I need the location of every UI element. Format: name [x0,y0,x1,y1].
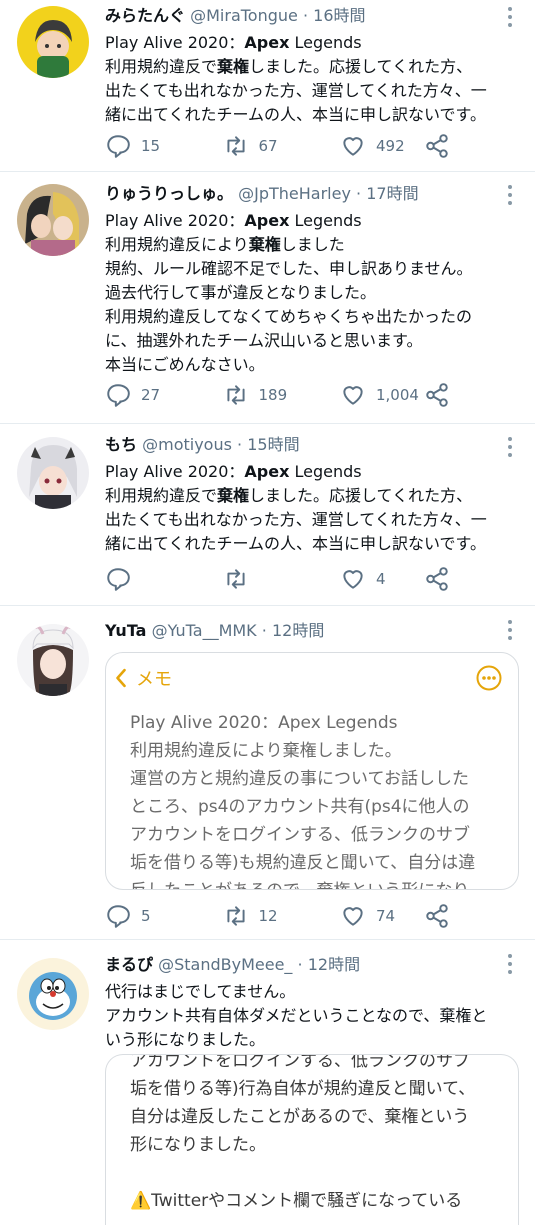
like-count: 74 [376,907,396,925]
retweet-count: 12 [258,907,278,925]
share-button[interactable] [424,382,450,408]
retweet-icon [226,136,245,156]
tweet-text: Play Alive 2020：Apex Legends 利用規約違反で棄権しま… [105,33,487,124]
user-handle[interactable]: @YuTa__MMK [152,621,257,640]
avatar-image [17,958,89,1030]
timeline-feed: みらたんぐ @MiraTongue · 16時間 Play Alive 2020… [0,0,535,1225]
tweet-header: もち @motiyous · 15時間 [105,435,300,454]
tweet-4[interactable]: YuTa @YuTa__MMK · 12時間 メモ Play Alive 202… [0,606,535,940]
timestamp[interactable]: 15時間 [247,435,299,454]
retweet-icon [226,385,245,405]
avatar[interactable] [17,958,89,1030]
display-name[interactable]: りゅうりっしゅ。 [105,184,233,203]
avatar-image [17,184,89,256]
reply-button[interactable]: 27 [105,382,215,408]
memo-screenshot[interactable]: メモ Play Alive 2020：Apex Legends 利用規約違反によ… [105,652,519,890]
share-icon [426,904,448,928]
heart-icon [343,907,363,926]
tweet-header: みらたんぐ @MiraTongue · 16時間 [105,6,366,25]
user-handle[interactable]: @StandByMeee_ [158,955,292,974]
more-menu-icon[interactable] [503,618,517,642]
avatar-image [17,624,89,696]
reply-count: 15 [141,137,161,155]
chevron-left-icon [116,668,126,688]
like-count: 4 [376,570,386,588]
memo-text: アカウントをログインする、低ランクのサブ 垢を借りる等)行為自体が規約違反と聞い… [130,1054,476,1211]
display-name[interactable]: もち [105,435,137,454]
tweet-actions: 27 189 1,004 [105,380,450,410]
avatar[interactable] [17,624,89,696]
tweet-actions: 4 [105,564,450,594]
timestamp[interactable]: 16時間 [313,6,365,25]
heart-icon [343,570,363,589]
share-icon [426,567,448,591]
reply-icon [107,905,130,928]
reply-icon [107,568,130,591]
reply-icon [107,135,130,158]
retweet-button[interactable]: 12 [223,903,333,929]
tweet-3[interactable]: もち @motiyous · 15時間 Play Alive 2020：Apex… [0,424,535,606]
like-count: 492 [376,137,405,155]
tweet-actions: 15 67 492 [105,131,450,161]
retweet-icon [226,906,245,926]
display-name[interactable]: みらたんぐ [105,6,185,25]
tweet-2[interactable]: りゅうりっしゅ。 @JpTheHarley · 17時間 Play Alive … [0,172,535,424]
heart-icon [343,137,363,156]
reply-icon [107,384,130,407]
share-icon [426,134,448,158]
share-button[interactable] [424,566,450,592]
reply-button[interactable]: 15 [105,133,215,159]
share-button[interactable] [424,903,450,929]
retweet-count: 189 [258,386,288,404]
tweet-text: Play Alive 2020：Apex Legends 利用規約違反で棄権しま… [105,462,487,553]
tweet-1[interactable]: みらたんぐ @MiraTongue · 16時間 Play Alive 2020… [0,0,535,172]
tweet-text: Play Alive 2020：Apex Legends 利用規約違反により棄権… [105,211,473,374]
memo-back-label: メモ [136,669,172,690]
share-button[interactable] [424,133,450,159]
avatar[interactable] [17,184,89,256]
display-name[interactable]: まるぴ [105,955,153,974]
retweet-button[interactable]: 67 [223,133,333,159]
more-menu-icon[interactable] [503,435,517,459]
memo-text: Play Alive 2020：Apex Legends 利用規約違反により棄権… [130,713,476,889]
more-menu-icon[interactable] [503,952,517,976]
retweet-count: 67 [258,137,278,155]
more-menu-icon[interactable] [503,5,517,29]
more-circle-icon [476,665,502,695]
reply-button[interactable] [105,566,215,592]
timestamp[interactable]: 17時間 [366,184,418,203]
retweet-icon [226,569,245,589]
tweet-header: まるぴ @StandByMeee_ · 12時間 [105,955,361,974]
retweet-button[interactable] [223,566,333,592]
tweet-5[interactable]: まるぴ @StandByMeee_ · 12時間 代行はまじでしてません。 アカ… [0,940,535,1225]
tweet-header: YuTa @YuTa__MMK · 12時間 [105,621,325,640]
user-handle[interactable]: @JpTheHarley [238,184,351,203]
reply-button[interactable]: 5 [105,903,215,929]
more-menu-icon[interactable] [503,183,517,207]
avatar-image [17,6,89,78]
share-icon [426,383,448,407]
reply-count: 27 [141,386,161,404]
user-handle[interactable]: @MiraTongue [190,6,298,25]
timestamp[interactable]: 12時間 [272,621,324,640]
display-name[interactable]: YuTa [105,621,146,640]
memo-screenshot[interactable]: アカウントをログインする、低ランクのサブ 垢を借りる等)行為自体が規約違反と聞い… [105,1054,519,1225]
tweet-actions: 5 12 74 [105,901,450,931]
reply-count: 5 [141,907,151,925]
avatar[interactable] [17,437,89,509]
heart-icon [343,386,363,405]
like-count: 1,004 [376,386,419,404]
user-handle[interactable]: @motiyous [142,435,232,454]
timestamp[interactable]: 12時間 [308,955,360,974]
tweet-text: 代行はまじでしてません。 アカウント共有自体ダメだということなので、棄権と いう… [105,982,488,1049]
tweet-header: りゅうりっしゅ。 @JpTheHarley · 17時間 [105,184,419,203]
avatar-image [17,437,89,509]
retweet-button[interactable]: 189 [223,382,333,408]
avatar[interactable] [17,6,89,78]
memo-back-button: メモ [114,663,172,693]
